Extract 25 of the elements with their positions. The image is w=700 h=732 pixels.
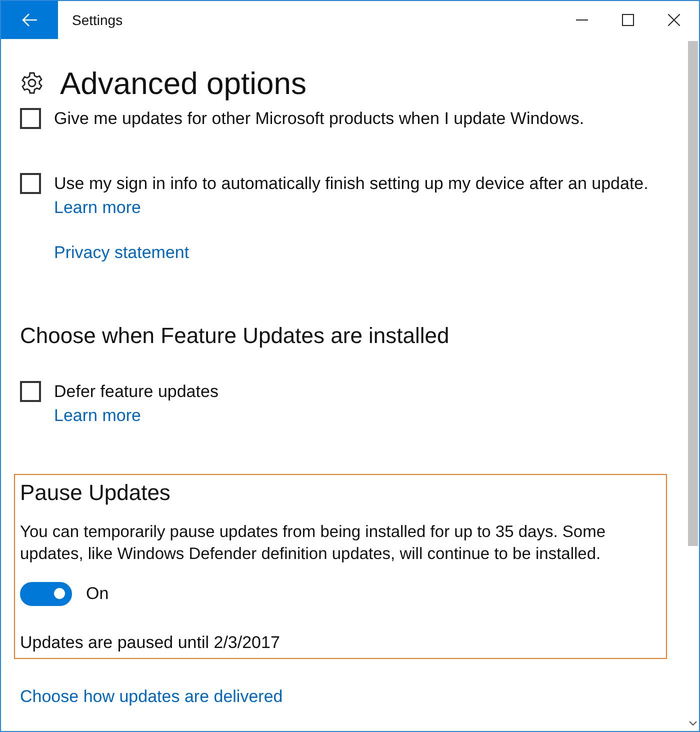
section-heading: Pause Updates (20, 479, 172, 507)
page-title: Advanced options (60, 68, 306, 98)
checkbox[interactable] (20, 108, 41, 129)
close-icon (668, 14, 680, 26)
delivery-options-link[interactable]: Choose how updates are delivered (20, 684, 283, 708)
minimize-icon (576, 19, 588, 21)
checkbox[interactable] (20, 381, 41, 402)
learn-more-link[interactable]: Learn more (54, 196, 141, 220)
section-heading: Choose when Feature Updates are installed (20, 322, 450, 350)
scroll-down-icon[interactable] (688, 721, 696, 726)
maximize-icon (622, 14, 634, 26)
description-text: You can temporarily pause updates from being installed for up to 35 days. Some updates, like Windows Defender definition updates, will continue to be installed. (20, 522, 606, 565)
checkbox-label: Use my sign in info to automatically finish setting up my device after an update. (54, 173, 648, 195)
learn-more-link[interactable]: Learn more (54, 404, 141, 428)
status-text: Updates are paused until 2/3/2017 (20, 632, 281, 654)
gear-icon (20, 71, 44, 95)
checkbox-label: Defer feature updates (54, 381, 218, 403)
toggle-label: On (86, 583, 109, 605)
privacy-statement-link[interactable]: Privacy statement (54, 241, 190, 265)
checkbox[interactable] (20, 173, 41, 194)
checkbox-label: Give me updates for other Microsoft products when I update Windows. (54, 108, 584, 130)
toggle-switch[interactable] (20, 582, 72, 606)
back-arrow-icon (22, 13, 38, 27)
window-title: Settings (72, 10, 123, 30)
scrollbar-thumb[interactable] (688, 41, 698, 546)
